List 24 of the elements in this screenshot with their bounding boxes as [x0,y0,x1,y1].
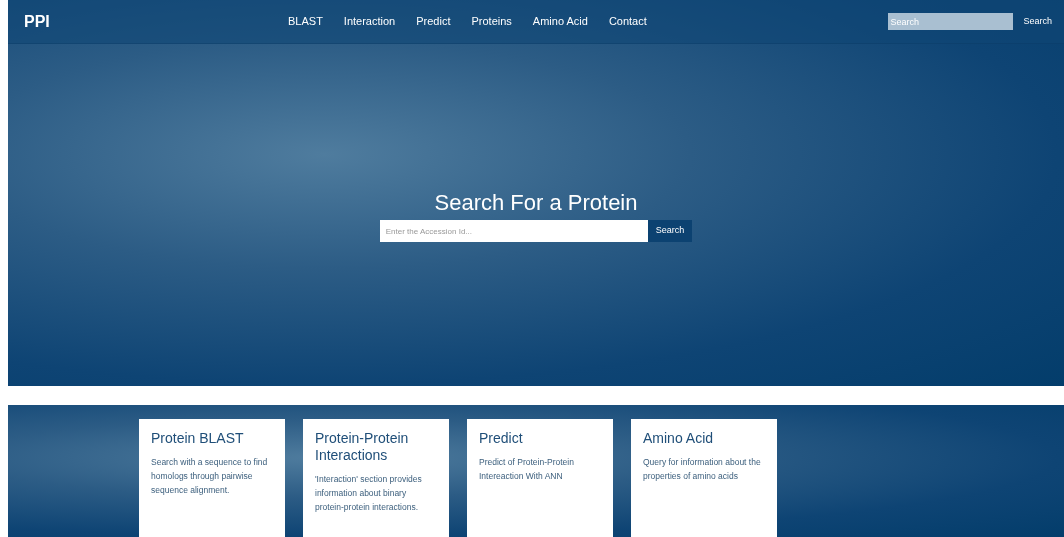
brand-logo[interactable]: PPI [24,9,288,34]
card-text: Search with a sequence to find homologs through pairwise sequence alignment. [151,456,269,497]
nav-link[interactable]: Proteins [471,13,512,30]
accession-field[interactable]: Enter the Accession Id... [379,220,648,242]
card-text: Predict of Protein-Protein Intereaction With ANN [479,456,575,483]
card-title: Amino Acid [643,430,715,447]
nav-search-field[interactable]: Search [888,13,1014,30]
nav-link[interactable]: Interaction [343,13,396,30]
feature-card[interactable]: Protein BLAST Search with a sequence to find homologs through pairwise sequence alignment. [139,419,285,537]
feature-card[interactable]: Protein-Protein Interactions 'Interaction' section provides information about binary protein-protein interactions. [303,419,449,537]
feature-card[interactable]: Predict Predict of Protein-Protein Intereaction With ANN [467,419,613,537]
nav-link[interactable]: BLAST [288,13,323,30]
nav-link[interactable]: Amino Acid [532,13,588,30]
card-text: Query for information about the properties of amino acids [643,456,762,483]
nav-link[interactable]: Predict [416,13,451,30]
card-title: Predict [479,430,524,447]
hero-title: Search For a Protein [434,190,638,216]
nav-search-button[interactable]: Search [1021,14,1054,29]
search-button[interactable]: Search [647,220,693,242]
card-text: 'Interaction' section provides information about binary protein-protein interactions. [315,473,423,514]
feature-card[interactable]: Amino Acid Query for information about the properties of amino acids [631,419,777,537]
card-title: Protein BLAST [151,430,245,447]
nav-link[interactable]: Contact [608,13,647,30]
card-title: Protein-Protein Interactions [315,430,410,464]
